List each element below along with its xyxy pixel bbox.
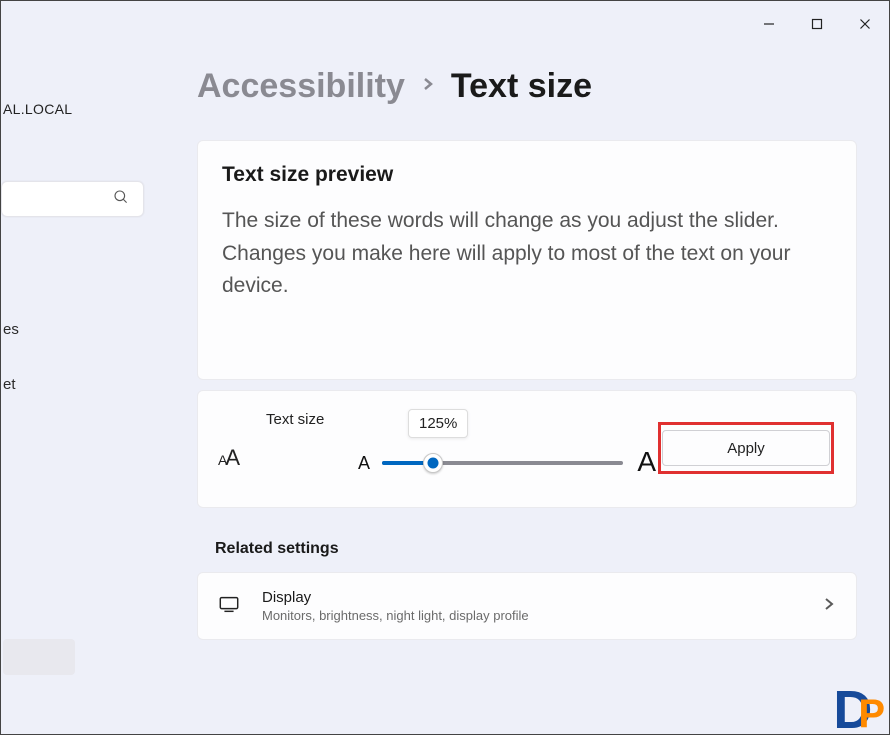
sidebar-item[interactable]: et <box>1 366 146 403</box>
watermark-logo: D P <box>833 689 885 732</box>
slider-label: Text size <box>266 411 324 428</box>
maximize-button[interactable] <box>793 4 841 44</box>
watermark-p: P <box>858 698 885 730</box>
chevron-right-icon <box>822 597 836 616</box>
close-button[interactable] <box>841 4 889 44</box>
slider-thumb[interactable] <box>423 453 443 473</box>
text-size-slider[interactable] <box>382 461 623 465</box>
related-display-item[interactable]: Display Monitors, brightness, night ligh… <box>197 572 857 640</box>
related-settings-heading: Related settings <box>215 540 857 558</box>
breadcrumb: Accessibility Text size <box>197 67 857 106</box>
chevron-right-icon <box>421 77 435 96</box>
search-input[interactable] <box>1 181 144 217</box>
breadcrumb-parent[interactable]: Accessibility <box>197 67 405 106</box>
main-content: Accessibility Text size Text size previe… <box>197 67 857 640</box>
text-size-icon: AA <box>218 445 240 471</box>
text-size-slider-card: Text size AA 125% A A Apply <box>197 390 857 508</box>
slider-max-glyph: A <box>637 446 656 478</box>
apply-button[interactable]: Apply <box>662 430 830 466</box>
account-domain-label: AL.LOCAL <box>1 101 146 117</box>
related-display-title: Display <box>262 589 800 606</box>
text-size-preview-card: Text size preview The size of these word… <box>197 140 857 380</box>
sidebar-selection-bg <box>3 639 75 675</box>
display-icon <box>218 593 240 620</box>
related-display-subtitle: Monitors, brightness, night light, displ… <box>262 608 800 623</box>
preview-title: Text size preview <box>222 163 832 187</box>
sidebar-item[interactable]: es <box>1 311 146 348</box>
titlebar <box>745 1 889 46</box>
sidebar: AL.LOCAL es et <box>1 101 146 403</box>
search-icon <box>113 189 129 210</box>
slider-min-glyph: A <box>358 453 370 474</box>
preview-body: The size of these words will change as y… <box>222 205 832 303</box>
minimize-button[interactable] <box>745 4 793 44</box>
slider-value-tooltip: 125% <box>408 409 468 438</box>
breadcrumb-current: Text size <box>451 67 592 106</box>
